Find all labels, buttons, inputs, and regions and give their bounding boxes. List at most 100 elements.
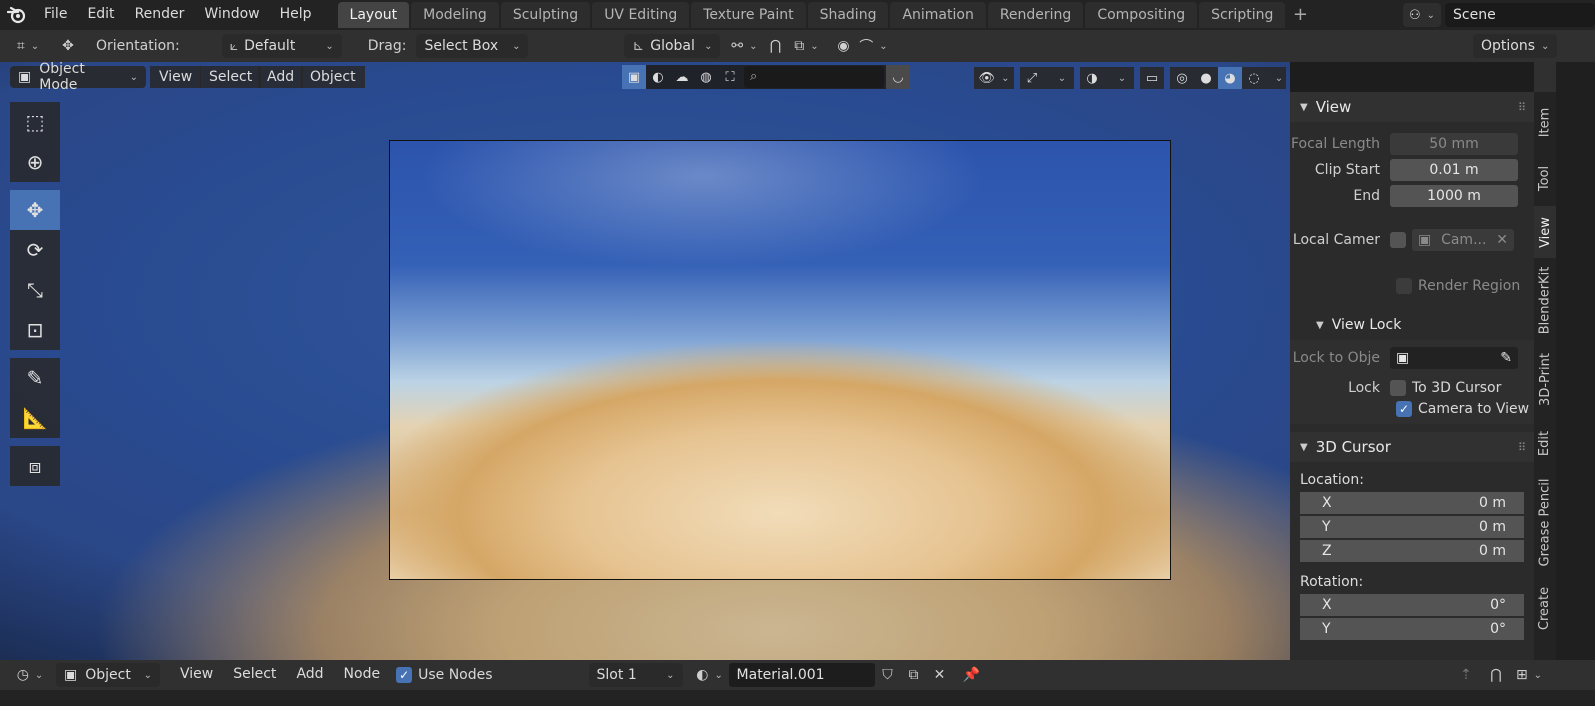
transform-orientation-dropdown[interactable]: ⊾ Global ⌄ <box>624 34 721 58</box>
gizmo-dropdown-icon[interactable]: ⌄ <box>1044 67 1074 89</box>
menu-edit[interactable]: Edit <box>77 0 124 30</box>
menu-render[interactable]: Render <box>125 0 195 30</box>
clip-end-field[interactable]: 1000 m <box>1390 185 1518 207</box>
tab-shading[interactable]: Shading <box>807 2 889 28</box>
search-input[interactable]: ⌕ <box>744 66 884 88</box>
annotate-icon[interactable]: ✎ <box>10 358 60 398</box>
solid-shading-icon[interactable]: ● <box>1194 67 1218 89</box>
options-dropdown[interactable]: Options ⌄ <box>1473 34 1557 58</box>
tab-modeling[interactable]: Modeling <box>411 2 499 28</box>
move-icon[interactable]: ✥ <box>10 190 60 230</box>
3d-viewport[interactable]: ▣ Object Mode ⌄ View Select Add Object ▣… <box>0 62 1290 660</box>
fake-user-shield-icon[interactable]: ⛉ <box>875 663 901 687</box>
tab-item[interactable]: Item <box>1534 96 1556 148</box>
tab-3d-print[interactable]: 3D-Print <box>1534 346 1556 412</box>
cursor-rotation-y-field[interactable]: Y 0° <box>1300 618 1524 640</box>
local-camera-field[interactable]: ▣ Cam... ✕ <box>1412 229 1514 251</box>
parent-node-icon[interactable]: ⇡ <box>1453 663 1479 687</box>
tab-rendering[interactable]: Rendering <box>987 2 1084 28</box>
tab-grease-pencil[interactable]: Grease Pencil <box>1534 474 1556 570</box>
blender-logo-icon[interactable] <box>0 0 34 30</box>
wireframe-shading-icon[interactable]: ◎ <box>1170 67 1194 89</box>
editor-type-icon[interactable]: ◷ ⌄ <box>10 663 50 687</box>
add-cube-icon[interactable]: ⧈ <box>10 446 60 486</box>
rotate-icon[interactable]: ⟳ <box>10 230 60 270</box>
filter-toggle-icon[interactable]: ◡ <box>886 65 910 89</box>
tab-sculpting[interactable]: Sculpting <box>500 2 591 28</box>
unlink-material-icon[interactable]: ✕ <box>927 663 953 687</box>
falloff-curve-icon[interactable]: ⌒ ⌄ <box>856 34 890 58</box>
snap-increment-icon[interactable]: ⧉ ⌄ <box>788 34 824 58</box>
eyedropper-icon[interactable]: ✎ <box>1500 347 1512 369</box>
cursor-location-y-field[interactable]: Y 0 m <box>1300 516 1524 538</box>
camera-filter-icon[interactable]: ⛶ <box>718 65 742 89</box>
node-menu-node[interactable]: Node <box>334 660 391 690</box>
3d-cursor-panel-header[interactable]: ▼ 3D Cursor ⠿ <box>1290 432 1534 462</box>
tab-create[interactable]: Create <box>1534 578 1556 638</box>
proportional-edit-icon[interactable]: ◉ <box>830 34 856 58</box>
viewport-menu-view[interactable]: View <box>150 66 202 88</box>
select-box-icon[interactable]: ⬚ <box>10 102 60 142</box>
use-nodes-checkbox[interactable]: ✓ <box>396 667 413 683</box>
selectable-filter-icon[interactable]: ▣ <box>622 65 646 89</box>
tab-compositing[interactable]: Compositing <box>1085 2 1198 28</box>
drag-dropdown[interactable]: Select Box ⌄ <box>416 34 529 58</box>
shading-dropdown-icon[interactable]: ⌄ <box>1266 67 1286 89</box>
orientation-dropdown[interactable]: ⟀ Default ⌄ <box>221 34 342 58</box>
use-nodes-toggle[interactable]: ✓ Use Nodes <box>396 667 493 683</box>
tab-scripting[interactable]: Scripting <box>1199 2 1286 28</box>
tab-layout[interactable]: Layout <box>337 2 410 28</box>
to-3d-cursor-checkbox[interactable] <box>1390 380 1406 396</box>
camera-to-view-checkbox[interactable]: ✓ <box>1396 401 1412 417</box>
slot-dropdown[interactable]: Slot 1 ⌄ <box>588 663 683 687</box>
snap-mode-icon[interactable]: ⊞ ⌄ <box>1511 663 1547 687</box>
clear-icon[interactable]: ✕ <box>1496 229 1508 251</box>
material-browse-icon[interactable]: ◐ ⌄ <box>691 663 729 687</box>
material-preview-icon[interactable]: ◕ <box>1218 67 1242 89</box>
local-camera-checkbox[interactable] <box>1390 232 1406 248</box>
mode-dropdown[interactable]: ▣ Object Mode ⌄ <box>10 62 146 93</box>
tab-tool[interactable]: Tool <box>1534 152 1556 204</box>
view-panel-header[interactable]: ▼ View ⠿ <box>1290 92 1534 122</box>
scene-name-field[interactable]: Scene <box>1445 3 1595 27</box>
node-menu-view[interactable]: View <box>170 660 223 690</box>
scene-icon[interactable]: ⚇ ⌄ <box>1403 3 1441 27</box>
measure-icon[interactable]: 📐 <box>10 398 60 438</box>
xray-icon[interactable]: ▭ <box>1140 67 1164 89</box>
scale-icon[interactable]: ⤡ <box>10 270 60 310</box>
pin-icon[interactable]: 📌 <box>959 663 985 687</box>
snap-icon[interactable]: ⋂ <box>1483 663 1509 687</box>
viewport-menu-add[interactable]: Add <box>258 66 304 88</box>
visibility-eye-icon[interactable]: 👁 ⌄ <box>974 67 1014 89</box>
lock-to-object-field[interactable]: ▣ ✎ <box>1390 347 1518 369</box>
menu-window[interactable]: Window <box>194 0 269 30</box>
node-menu-add[interactable]: Add <box>286 660 333 690</box>
cursor-location-z-field[interactable]: Z 0 m <box>1300 540 1524 562</box>
transform-icon[interactable]: ⊡ <box>10 310 60 350</box>
add-workspace-icon[interactable]: + <box>1287 2 1313 28</box>
view-lock-panel-header[interactable]: ▼ View Lock <box>1290 310 1534 340</box>
node-menu-select[interactable]: Select <box>223 660 286 690</box>
tab-texture-paint[interactable]: Texture Paint <box>691 2 806 28</box>
viewport-menu-object[interactable]: Object <box>301 66 365 88</box>
tab-animation[interactable]: Animation <box>890 2 986 28</box>
viewport-menu-select[interactable]: Select <box>200 66 262 88</box>
tab-blenderkit[interactable]: BlenderKit <box>1534 262 1556 338</box>
cursor-icon[interactable]: ⊕ <box>10 142 60 182</box>
menu-help[interactable]: Help <box>270 0 322 30</box>
tab-edit[interactable]: Edit <box>1534 420 1556 466</box>
duplicate-material-icon[interactable]: ⧉ <box>901 663 927 687</box>
editor-type-icon[interactable]: ⌗ ⌄ <box>8 34 48 58</box>
tab-view[interactable]: View <box>1534 206 1556 258</box>
cursor-location-x-field[interactable]: X 0 m <box>1300 492 1524 514</box>
drag-handle-icon[interactable]: ⠿ <box>1518 101 1526 114</box>
pivot-point-icon[interactable]: ⚯ ⌄ <box>726 34 762 58</box>
cursor-rotation-x-field[interactable]: X 0° <box>1300 594 1524 616</box>
rendered-shading-icon[interactable]: ◌ <box>1242 67 1266 89</box>
shading-filter-icon[interactable]: ◐ <box>646 65 670 89</box>
shader-type-dropdown[interactable]: ▣ Object ⌄ <box>56 663 160 687</box>
overlays-dropdown-icon[interactable]: ⌄ <box>1104 67 1134 89</box>
clip-start-field[interactable]: 0.01 m <box>1390 159 1518 181</box>
menu-file[interactable]: File <box>34 0 77 30</box>
render-region-checkbox[interactable] <box>1396 278 1412 294</box>
